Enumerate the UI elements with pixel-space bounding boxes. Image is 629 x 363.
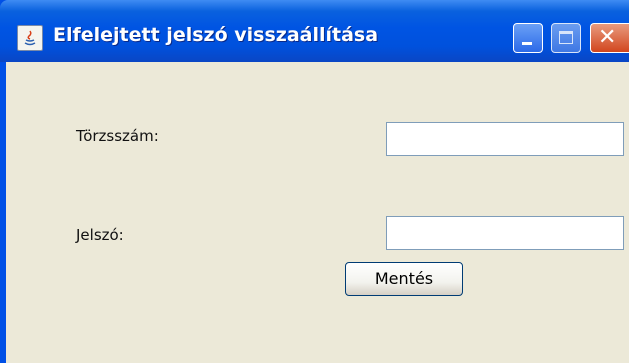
- form-panel: Törzsszám: Jelszó: Mentés: [6, 62, 629, 363]
- id-number-field[interactable]: [386, 122, 624, 156]
- java-app-icon: [17, 25, 43, 51]
- save-button[interactable]: Mentés: [345, 262, 463, 296]
- minimize-icon: [522, 42, 532, 45]
- title-bar[interactable]: Elfelejtett jelszó visszaállítása ✕: [0, 0, 629, 62]
- window-title: Elfelejtett jelszó visszaállítása: [53, 24, 379, 46]
- app-window: Elfelejtett jelszó visszaállítása ✕ Törz…: [0, 0, 629, 363]
- id-number-label: Törzsszám:: [76, 127, 159, 145]
- minimize-button[interactable]: [513, 23, 543, 53]
- maximize-icon: [559, 31, 573, 44]
- close-button[interactable]: ✕: [590, 23, 629, 53]
- maximize-button[interactable]: [551, 23, 581, 53]
- close-icon: ✕: [598, 25, 617, 50]
- password-field[interactable]: [386, 216, 624, 250]
- password-label: Jelszó:: [76, 226, 124, 244]
